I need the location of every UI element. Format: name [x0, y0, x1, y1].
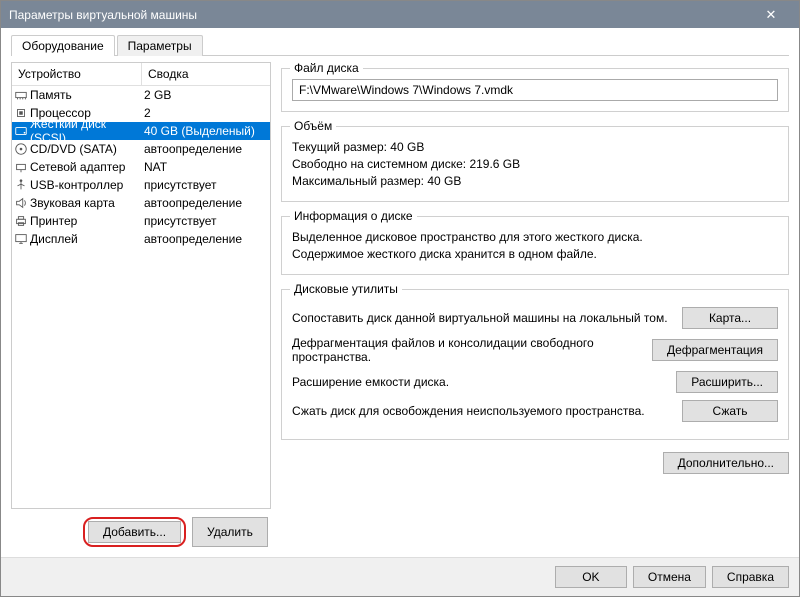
map-button[interactable]: Карта...	[682, 307, 778, 329]
device-row-printer[interactable]: Принтерприсутствует	[12, 212, 270, 230]
defrag-button[interactable]: Дефрагментация	[652, 339, 778, 361]
device-summary: автоопределение	[142, 196, 270, 210]
add-button[interactable]: Добавить...	[88, 521, 181, 543]
device-summary: 40 GB (Выделеный)	[142, 124, 270, 138]
capacity-max: Максимальный размер: 40 GB	[292, 174, 778, 188]
cancel-button[interactable]: Отмена	[633, 566, 706, 588]
device-name: Память	[30, 88, 142, 102]
device-list: Устройство Сводка Память2 GBПроцессор2Же…	[11, 62, 271, 509]
device-summary: присутствует	[142, 214, 270, 228]
tab-options[interactable]: Параметры	[117, 35, 203, 56]
device-summary: присутствует	[142, 178, 270, 192]
device-name: Сетевой адаптер	[30, 160, 142, 174]
device-name: Жесткий диск (SCSI)	[30, 117, 142, 145]
window-title: Параметры виртуальной машины	[9, 8, 197, 22]
hdd-icon	[12, 124, 30, 138]
disk-file-input[interactable]: F:\VMware\Windows 7\Windows 7.vmdk	[292, 79, 778, 101]
sound-icon	[12, 196, 30, 210]
printer-icon	[12, 214, 30, 228]
device-row-cd[interactable]: CD/DVD (SATA)автоопределение	[12, 140, 270, 158]
device-summary: NAT	[142, 160, 270, 174]
close-icon: ✕	[766, 7, 777, 23]
legend-disk-file: Файл диска	[290, 62, 363, 75]
header-summary[interactable]: Сводка	[142, 63, 270, 85]
device-summary: автоопределение	[142, 142, 270, 156]
util-map-text: Сопоставить диск данной виртуальной маши…	[292, 311, 674, 325]
cd-icon	[12, 142, 30, 156]
util-expand-text: Расширение емкости диска.	[292, 375, 668, 389]
device-row-display[interactable]: Дисплейавтоопределение	[12, 230, 270, 248]
device-summary: автоопределение	[142, 232, 270, 246]
device-row-usb[interactable]: USB-контроллерприсутствует	[12, 176, 270, 194]
disk-info-line2: Содержимое жесткого диска хранится в одн…	[292, 247, 778, 261]
remove-button[interactable]: Удалить	[192, 517, 268, 547]
net-icon	[12, 160, 30, 174]
group-utilities: Дисковые утилиты Сопоставить диск данной…	[281, 289, 789, 440]
legend-disk-info: Информация о диске	[290, 209, 417, 223]
device-row-sound[interactable]: Звуковая картаавтоопределение	[12, 194, 270, 212]
capacity-current: Текущий размер: 40 GB	[292, 140, 778, 154]
group-disk-file: Файл диска F:\VMware\Windows 7\Windows 7…	[281, 68, 789, 112]
group-disk-info: Информация о диске Выделенное дисковое п…	[281, 216, 789, 275]
util-defrag-text: Дефрагментация файлов и консолидации сво…	[292, 336, 644, 364]
titlebar: Параметры виртуальной машины ✕	[1, 1, 799, 28]
display-icon	[12, 232, 30, 246]
device-row-net[interactable]: Сетевой адаптерNAT	[12, 158, 270, 176]
device-name: Принтер	[30, 214, 142, 228]
expand-button[interactable]: Расширить...	[676, 371, 778, 393]
disk-info-line1: Выделенное дисковое пространство для это…	[292, 230, 778, 244]
footer: OK Отмена Справка	[1, 557, 799, 596]
device-name: CD/DVD (SATA)	[30, 142, 142, 156]
device-name: USB-контроллер	[30, 178, 142, 192]
ok-button[interactable]: OK	[555, 566, 627, 588]
util-compact-text: Сжать диск для освобождения неиспользуем…	[292, 404, 674, 418]
device-summary: 2	[142, 106, 270, 120]
memory-icon	[12, 88, 30, 102]
capacity-free: Свободно на системном диске: 219.6 GB	[292, 157, 778, 171]
usb-icon	[12, 178, 30, 192]
add-button-highlight: Добавить...	[83, 517, 186, 547]
close-button[interactable]: ✕	[751, 1, 791, 28]
device-name: Звуковая карта	[30, 196, 142, 210]
tab-strip: Оборудование Параметры	[11, 34, 789, 56]
device-name: Дисплей	[30, 232, 142, 246]
device-row-memory[interactable]: Память2 GB	[12, 86, 270, 104]
compact-button[interactable]: Сжать	[682, 400, 778, 422]
tab-hardware[interactable]: Оборудование	[11, 35, 115, 56]
header-device[interactable]: Устройство	[12, 63, 142, 85]
advanced-button[interactable]: Дополнительно...	[663, 452, 789, 474]
list-header: Устройство Сводка	[12, 63, 270, 86]
legend-capacity: Объём	[290, 119, 336, 133]
device-summary: 2 GB	[142, 88, 270, 102]
help-button[interactable]: Справка	[712, 566, 789, 588]
device-row-hdd[interactable]: Жесткий диск (SCSI)40 GB (Выделеный)	[12, 122, 270, 140]
legend-utilities: Дисковые утилиты	[290, 282, 402, 296]
cpu-icon	[12, 106, 30, 120]
group-capacity: Объём Текущий размер: 40 GB Свободно на …	[281, 126, 789, 202]
